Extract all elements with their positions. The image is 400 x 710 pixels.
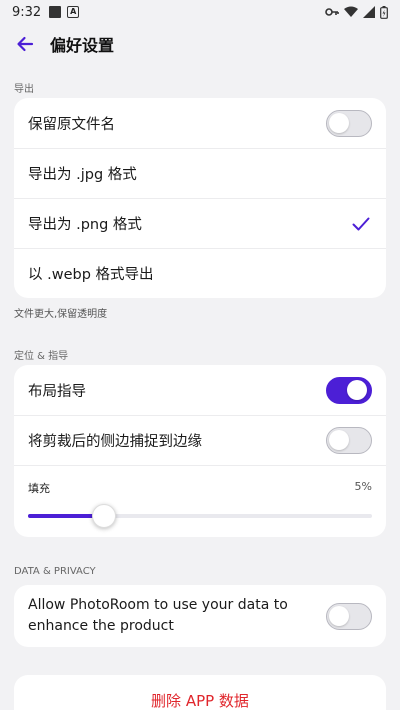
status-bar: 9:32 A [0, 0, 400, 24]
layout-guide-label: 布局指导 [28, 383, 86, 400]
status-time: 9:32 [12, 4, 42, 20]
toggle-knob [329, 112, 349, 133]
export-jpg-option[interactable]: 导出为 .jpg 格式 [14, 148, 386, 198]
battery-icon [380, 5, 388, 19]
export-png-label: 导出为 .png 格式 [28, 217, 142, 233]
section-label-positioning: 定位 & 指导 [14, 351, 69, 362]
section-label-privacy: DATA & PRIVACY [14, 566, 96, 577]
snap-edges-label: 将剪裁后的侧边捕捉到边缘 [28, 434, 202, 450]
photo-notification-icon [49, 6, 62, 18]
layout-guide-toggle[interactable] [326, 376, 372, 404]
toggle-knob [329, 605, 349, 626]
padding-slider[interactable] [28, 504, 372, 528]
key-icon [325, 8, 339, 16]
keep-filename-toggle[interactable] [326, 109, 372, 137]
export-png-option[interactable]: 导出为 .png 格式 [14, 198, 386, 248]
privacy-card: Allow PhotoRoom to use your data to enha… [14, 585, 386, 647]
page-title: 偏好设置 [50, 36, 115, 55]
padding-value: 5% [354, 480, 372, 493]
export-webp-label: 以 .webp 格式导出 [28, 267, 154, 283]
keep-filename-row[interactable]: 保留原文件名 [14, 98, 386, 148]
delete-app-data-label: 删除 APP 数据 [151, 691, 249, 710]
keep-filename-label: 保留原文件名 [28, 116, 115, 133]
checkmark-icon [350, 213, 372, 235]
a-notification-icon: A [67, 6, 80, 18]
arrow-left-icon [17, 36, 34, 52]
slider-thumb[interactable] [91, 504, 116, 528]
signal-icon [363, 6, 375, 18]
padding-label: 填充 [28, 482, 50, 495]
toggle-knob [347, 379, 367, 400]
share-data-row[interactable]: Allow PhotoRoom to use your data to enha… [14, 585, 386, 647]
wifi-icon [344, 6, 358, 17]
share-data-label: Allow PhotoRoom to use your data to enha… [28, 597, 288, 634]
delete-app-data-button[interactable]: 删除 APP 数据 [14, 675, 386, 710]
export-footnote: 文件更大,保留透明度 [14, 309, 108, 320]
export-jpg-label: 导出为 .jpg 格式 [28, 167, 137, 183]
share-data-toggle[interactable] [326, 602, 372, 630]
positioning-card: 布局指导 将剪裁后的侧边捕捉到边缘 填充 5% [14, 365, 386, 537]
layout-guide-row[interactable]: 布局指导 [14, 365, 386, 415]
snap-edges-toggle[interactable] [326, 427, 372, 454]
app-bar: 偏好设置 [0, 24, 400, 64]
section-label-export: 导出 [14, 84, 34, 95]
snap-edges-row[interactable]: 将剪裁后的侧边捕捉到边缘 [14, 415, 386, 465]
export-webp-option[interactable]: 以 .webp 格式导出 [14, 248, 386, 298]
padding-control: 填充 5% [14, 465, 386, 537]
back-button[interactable] [0, 24, 50, 64]
toggle-knob [329, 430, 349, 450]
export-card: 保留原文件名 导出为 .jpg 格式 导出为 .png 格式 以 .webp 格… [14, 98, 386, 298]
